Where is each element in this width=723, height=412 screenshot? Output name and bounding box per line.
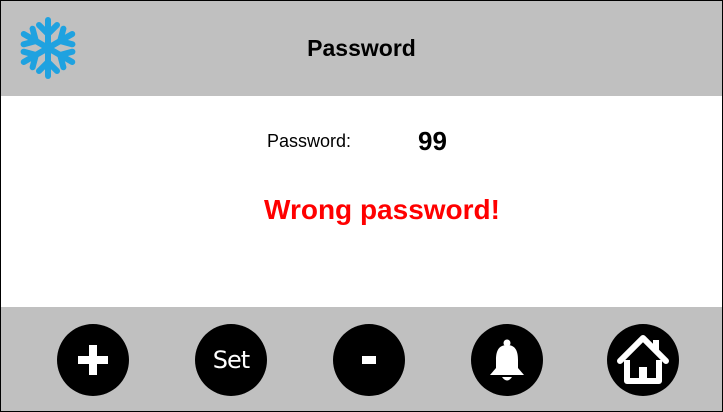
- password-label: Password:: [267, 131, 352, 151]
- page-title: Password: [307, 35, 416, 61]
- device-screen: Password Password: 99 Wrong password! Se…: [0, 0, 723, 412]
- header-bar: Password: [1, 1, 722, 96]
- set-button[interactable]: Set: [195, 324, 267, 396]
- home-icon: [617, 335, 669, 384]
- minus-icon: [362, 356, 376, 364]
- content-area: Password: 99 Wrong password!: [1, 96, 722, 307]
- set-button-label: Set: [212, 346, 250, 374]
- error-message: Wrong password!: [264, 194, 500, 225]
- plus-icon: [78, 345, 108, 375]
- snowflake-icon: [14, 14, 82, 82]
- home-button[interactable]: [607, 324, 679, 396]
- plus-button[interactable]: [57, 324, 129, 396]
- footer-bar: Set: [1, 307, 722, 411]
- bell-icon: [490, 339, 524, 381]
- minus-button[interactable]: [333, 324, 405, 396]
- bell-button[interactable]: [471, 324, 543, 396]
- password-value: 99: [418, 126, 447, 156]
